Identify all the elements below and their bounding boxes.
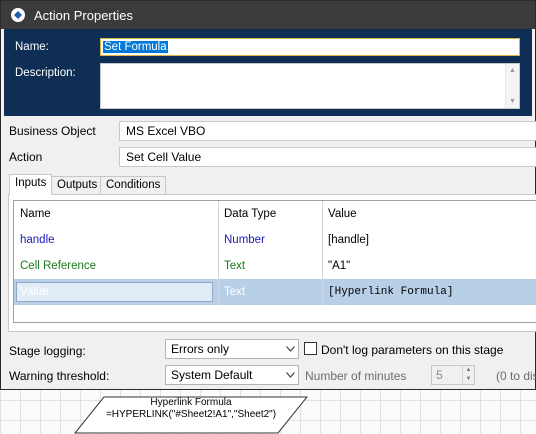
- warning-threshold-value: System Default: [171, 368, 253, 382]
- description-scrollbar[interactable]: ▲ ▼: [505, 64, 519, 108]
- scroll-down-icon[interactable]: ▼: [509, 98, 516, 105]
- table-row-selected[interactable]: Value Text [Hyperlink Formula]: [14, 279, 536, 305]
- title-bar[interactable]: Action Properties: [1, 1, 535, 29]
- warning-threshold-select[interactable]: System Default: [165, 365, 299, 385]
- tab-conditions[interactable]: Conditions: [100, 176, 167, 194]
- action-properties-dialog: Action Properties Name: Set Formula Desc…: [0, 0, 536, 390]
- column-header-data-type[interactable]: Data Type: [218, 201, 322, 227]
- name-label: Name:: [15, 41, 49, 53]
- action-field[interactable]: Set Cell Value: [119, 147, 536, 167]
- stage-expression: =HYPERLINK("#Sheet2!A1","Sheet2"): [105, 409, 277, 420]
- param-type: Text: [224, 286, 246, 298]
- param-type: Number: [224, 234, 265, 246]
- stage-name: Hyperlink Formula: [150, 397, 232, 408]
- tab-outputs[interactable]: Outputs: [51, 176, 104, 194]
- param-value[interactable]: [Hyperlink Formula]: [322, 279, 536, 305]
- warning-threshold-label: Warning threshold:: [9, 369, 110, 383]
- stage-logging-label: Stage logging:: [9, 344, 86, 358]
- minutes-label: Number of minutes: [305, 369, 407, 383]
- description-field[interactable]: ▲ ▼: [100, 63, 520, 109]
- spinner-arrows-icon[interactable]: ▲ ▼: [462, 366, 474, 384]
- scroll-up-icon[interactable]: ▲: [509, 67, 516, 74]
- grid-header: Name Data Type Value: [14, 201, 536, 227]
- column-header-name[interactable]: Name: [14, 201, 218, 227]
- param-name: Cell Reference: [20, 260, 97, 272]
- minutes-value: 5: [436, 368, 443, 382]
- inputs-tab-panel: Name Data Type Value handle Number [hand…: [8, 194, 536, 332]
- minutes-spinner[interactable]: 5 ▲ ▼: [431, 365, 475, 385]
- name-field-value: Set Formula: [103, 41, 168, 53]
- column-header-value[interactable]: Value: [322, 201, 536, 227]
- inputs-grid: Name Data Type Value handle Number [hand…: [13, 200, 536, 323]
- table-row[interactable]: Cell Reference Text "A1": [14, 253, 536, 279]
- param-name-editor[interactable]: Value: [16, 282, 213, 302]
- business-object-label: Business Object: [9, 124, 96, 138]
- name-field[interactable]: Set Formula: [100, 38, 520, 56]
- stage-logging-select[interactable]: Errors only: [165, 339, 299, 359]
- calculation-stage-label: Hyperlink Formula =HYPERLINK("#Sheet2!A1…: [74, 397, 308, 421]
- dont-log-checkbox[interactable]: [304, 342, 317, 355]
- window-title: Action Properties: [34, 7, 133, 23]
- stage-logging-value: Errors only: [171, 342, 230, 356]
- param-name: handle: [20, 234, 55, 246]
- chevron-down-icon: [282, 340, 298, 358]
- dont-log-label: Don't log parameters on this stage: [321, 343, 504, 357]
- tab-inputs[interactable]: Inputs: [9, 174, 53, 195]
- chevron-down-icon: [282, 366, 298, 384]
- param-value[interactable]: [handle]: [322, 227, 536, 253]
- app-icon: [11, 8, 25, 22]
- action-label: Action: [9, 150, 43, 164]
- minutes-hint: (0 to disa: [496, 369, 536, 383]
- business-object-field[interactable]: MS Excel VBO: [119, 121, 536, 141]
- param-value[interactable]: "A1": [322, 253, 536, 279]
- description-label: Description:: [15, 67, 76, 79]
- param-type: Text: [224, 260, 246, 272]
- table-row[interactable]: handle Number [handle]: [14, 227, 536, 253]
